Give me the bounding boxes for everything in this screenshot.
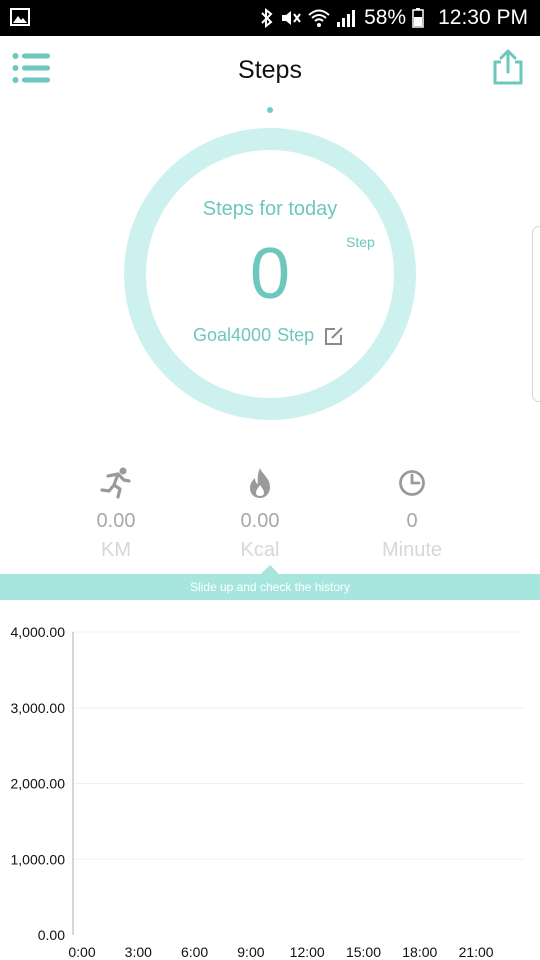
battery-percent: 58%	[364, 6, 407, 29]
mute-icon	[282, 11, 301, 25]
stat-calories: 0.00 Kcal	[200, 466, 320, 562]
x-tick-label: 6:00	[181, 944, 208, 960]
signal-icon	[337, 10, 356, 27]
goal-unit: Step	[277, 325, 315, 345]
distance-value: 0.00	[96, 510, 136, 532]
status-bar: 58% 12:30 PM	[0, 0, 540, 36]
page-title: Steps	[238, 56, 302, 84]
x-tick-label: 21:00	[459, 944, 494, 960]
distance-unit: KM	[101, 539, 131, 561]
steps-caption: Steps for today	[202, 198, 338, 220]
x-tick-label: 12:00	[290, 944, 325, 960]
flame-icon	[250, 468, 270, 498]
stat-duration: 0 Minute	[352, 466, 472, 562]
steps-count: 0	[249, 234, 291, 314]
clock-icon	[399, 470, 425, 496]
running-icon	[100, 467, 131, 499]
share-icon[interactable]	[492, 48, 524, 86]
calories-unit: Kcal	[240, 539, 280, 561]
edit-icon[interactable]	[324, 326, 344, 346]
x-tick-label: 0:00	[68, 944, 95, 960]
stat-distance: 0.00 KM	[56, 466, 176, 562]
steps-chart-svg: 0.00 1,000.00 2,000.00 3,000.00 4,000.00 0:00…	[11, 624, 524, 960]
x-tick-label: 3:00	[125, 944, 152, 960]
bluetooth-icon	[261, 8, 273, 28]
clock: 12:30 PM	[438, 6, 528, 29]
app-bar: Steps	[0, 36, 540, 108]
y-tick-label: 2,000.00	[11, 776, 66, 792]
history-banner[interactable]: Slide up and check the history	[0, 565, 540, 600]
battery-icon	[412, 8, 424, 28]
x-tick-label: 15:00	[346, 944, 381, 960]
y-tick-label: 1,000.00	[11, 851, 66, 867]
x-tick-label: 18:00	[402, 944, 437, 960]
x-tick-label: 9:00	[237, 944, 264, 960]
goal-label: Goal	[193, 325, 232, 345]
wifi-icon	[308, 9, 330, 27]
side-drawer-handle[interactable]	[532, 226, 540, 402]
gallery-icon	[10, 8, 30, 26]
duration-unit: Minute	[381, 539, 443, 561]
y-tick-label: 4,000.00	[11, 624, 66, 640]
y-tick-label: 0.00	[38, 927, 65, 943]
page-indicator-dot	[267, 107, 273, 113]
steps-chart: 0.00 1,000.00 2,000.00 3,000.00 4,000.00 0:00…	[0, 610, 540, 960]
goal-row[interactable]: Goal 4000 Step	[193, 325, 344, 346]
duration-value: 0	[406, 510, 418, 532]
history-hint: Slide up and check the history	[189, 580, 351, 594]
goal-value: 4000	[231, 325, 272, 345]
banner-notch	[261, 565, 279, 574]
y-tick-label: 3,000.00	[11, 700, 66, 716]
calories-value: 0.00	[240, 510, 280, 532]
